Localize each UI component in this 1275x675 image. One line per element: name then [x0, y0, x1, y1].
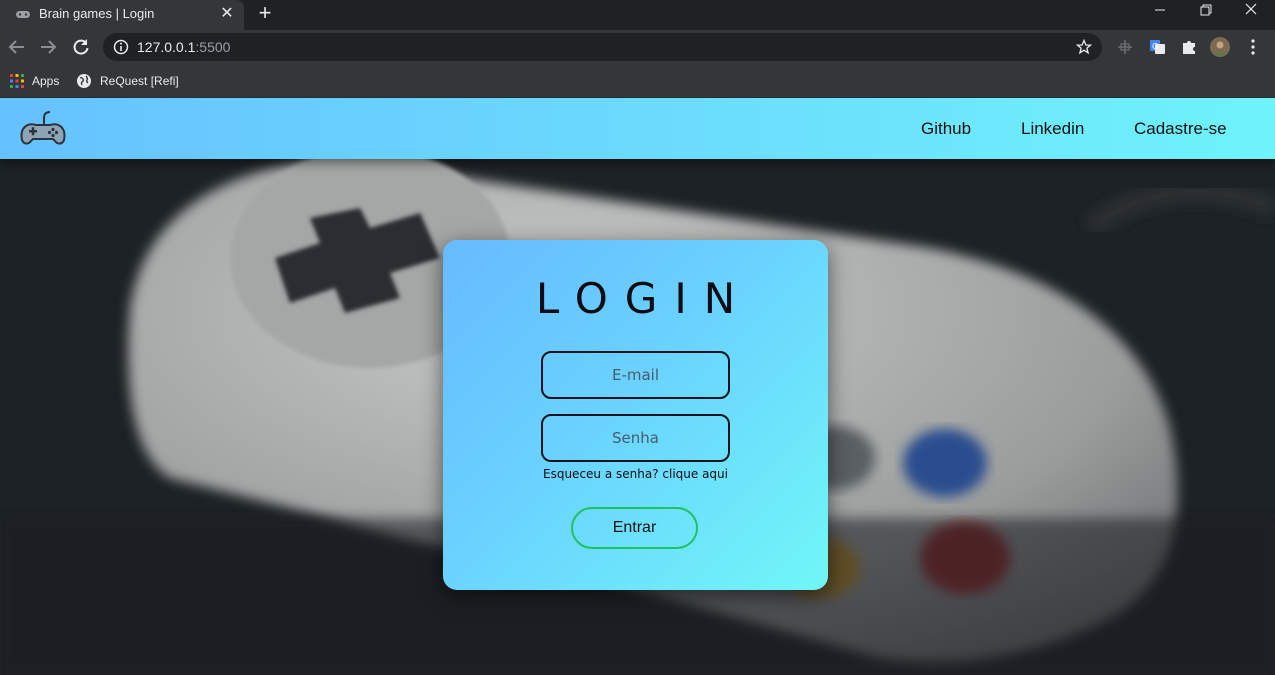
page-viewport: Github Linkedin Cadastre-se LOGIN Esquec…: [0, 98, 1275, 675]
apps-grid-icon: [10, 74, 24, 88]
address-bar[interactable]: 127.0.0.1:5500: [103, 33, 1102, 61]
nav-link-github[interactable]: Github: [921, 119, 971, 139]
bookmark-request[interactable]: ReQuest [Refi]: [76, 71, 179, 91]
new-tab-button[interactable]: +: [254, 2, 276, 24]
close-icon: [1245, 3, 1257, 15]
bookmark-label: ReQuest [Refi]: [100, 74, 179, 88]
login-submit-button[interactable]: Entrar: [571, 507, 698, 549]
bookmarks-bar: Apps ReQuest [Refi]: [0, 64, 1275, 98]
tab-title: Brain games | Login: [39, 6, 155, 21]
extension-puzzle-faded-icon[interactable]: [1115, 37, 1135, 57]
gamepad-logo-icon[interactable]: [20, 110, 66, 146]
url-host: 127.0.0.1: [137, 39, 196, 55]
login-title: LOGIN: [535, 274, 753, 323]
url-port: :5500: [195, 39, 231, 55]
minimize-icon: [1155, 9, 1165, 11]
restore-window-button[interactable]: [1183, 0, 1228, 24]
close-tab-icon[interactable]: ✕: [218, 5, 236, 23]
browser-tab[interactable]: Brain games | Login ✕: [0, 0, 244, 30]
password-field[interactable]: [541, 414, 730, 462]
email-field[interactable]: [541, 351, 730, 399]
extensions-puzzle-icon[interactable]: [1179, 37, 1199, 57]
translate-icon[interactable]: G: [1147, 37, 1167, 57]
reload-icon[interactable]: [71, 37, 91, 57]
info-icon[interactable]: [113, 39, 129, 55]
menu-kebab-icon[interactable]: [1243, 37, 1263, 57]
back-arrow-icon[interactable]: [7, 37, 27, 57]
svg-text:G: G: [1152, 42, 1158, 51]
gamepad-icon: [16, 11, 30, 18]
bookmark-apps[interactable]: Apps: [10, 71, 59, 91]
profile-avatar-icon[interactable]: [1210, 37, 1230, 57]
browser-toolbar: 127.0.0.1:5500 G: [0, 30, 1275, 64]
forgot-password-link[interactable]: Esqueceu a senha? clique aqui: [443, 467, 828, 481]
browser-tab-strip: Brain games | Login ✕ +: [0, 0, 1275, 30]
globe-icon: [77, 74, 91, 88]
minimize-window-button[interactable]: [1137, 0, 1182, 24]
close-window-button[interactable]: [1229, 0, 1274, 24]
url-text: 127.0.0.1:5500: [137, 39, 230, 55]
nav-link-linkedin[interactable]: Linkedin: [1021, 119, 1084, 139]
login-card: LOGIN Esqueceu a senha? clique aqui Entr…: [443, 240, 828, 590]
site-header: Github Linkedin Cadastre-se: [0, 98, 1275, 159]
restore-icon: [1200, 4, 1212, 16]
nav-link-signup[interactable]: Cadastre-se: [1134, 119, 1227, 139]
bookmark-star-icon[interactable]: [1076, 39, 1092, 55]
bookmark-label: Apps: [32, 74, 60, 88]
forward-arrow-icon[interactable]: [38, 37, 58, 57]
